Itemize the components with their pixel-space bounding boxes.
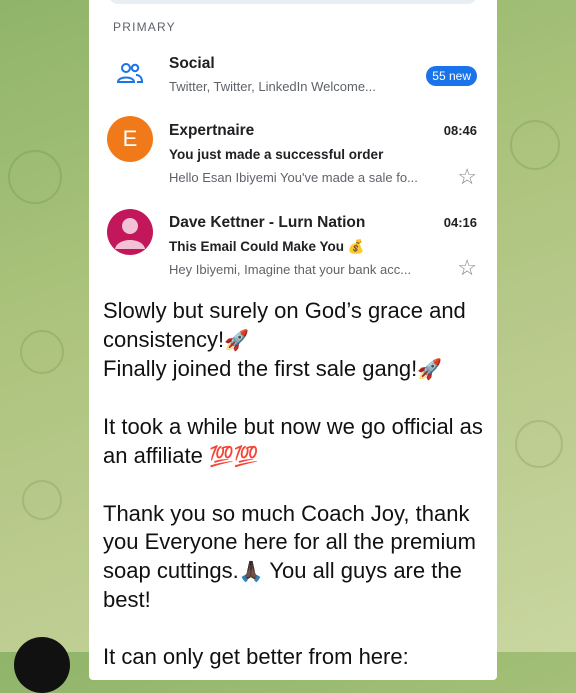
caption-line: Slowly but surely on God’s grace and con… [103, 298, 466, 352]
paragraph-3: Thank you so much Coach Joy, thank you E… [103, 500, 488, 615]
inbox-row-dave-kettner[interactable]: Dave Kettner - Lurn Nation 04:16 This Em… [89, 0, 497, 290]
paragraph-1: Slowly but surely on God’s grace and con… [103, 297, 488, 385]
background-doodle [20, 330, 64, 374]
rocket-icon: 🚀 [224, 329, 249, 352]
row-subject-text: This Email Could Make You [169, 239, 345, 254]
row-sender: Dave Kettner - Lurn Nation [169, 214, 366, 231]
paragraph-4: It can only get better from here: [103, 643, 488, 672]
star-icon[interactable]: ☆ [457, 257, 477, 279]
caption-line: Finally joined the first sale gang! [103, 356, 418, 381]
paragraph-2: It took a while but now we go official a… [103, 413, 488, 471]
caption-text: Slowly but surely on God’s grace and con… [103, 297, 488, 680]
sender-avatar[interactable] [14, 637, 70, 693]
caption-line: It can only get better from here: [103, 644, 409, 669]
hundred-icon: 💯💯 [209, 445, 259, 468]
caption-line: It took a while but now we go official a… [103, 414, 483, 468]
default-person-icon [115, 218, 145, 249]
row-time: 04:16 [443, 215, 477, 230]
avatar [107, 209, 153, 255]
money-bag-icon: 💰 [347, 239, 365, 254]
message-bubble: PRIMARY Social Twitter, Twitter, LinkedI… [89, 0, 497, 680]
background-doodle [515, 420, 563, 468]
background-doodle [8, 150, 62, 204]
praying-hands-icon: 🙏🏿 [238, 560, 264, 583]
rocket-icon: 🚀 [417, 359, 443, 381]
background-doodle [22, 480, 62, 520]
row-subject: This Email Could Make You 💰 [169, 239, 365, 255]
row-snippet: Hey Ibiyemi, Imagine that your bank acc.… [169, 262, 412, 277]
background-doodle [510, 120, 560, 170]
